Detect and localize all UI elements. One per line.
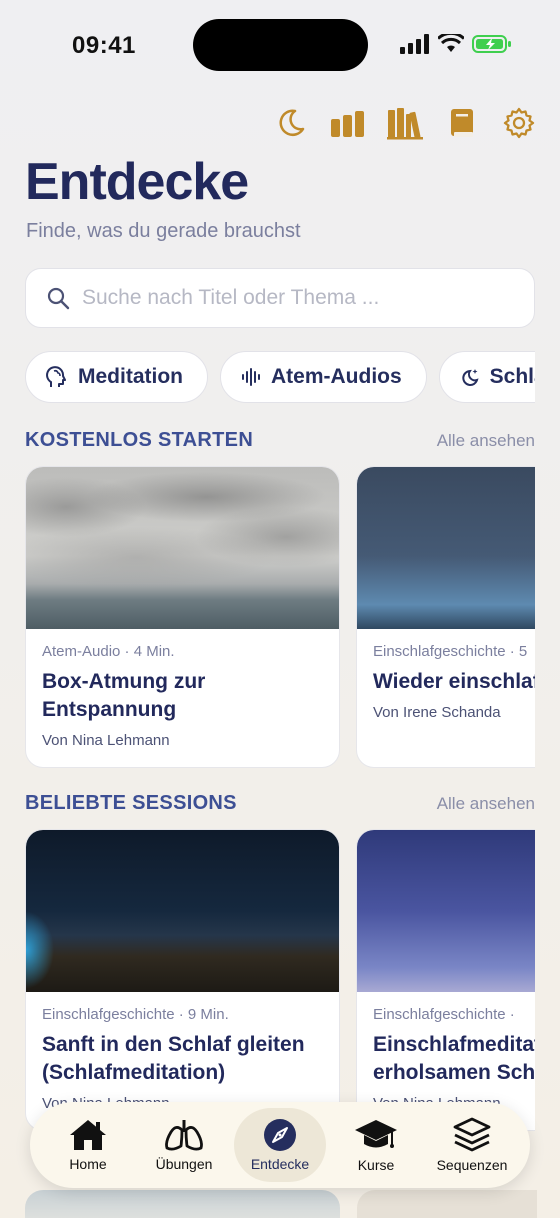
card-meta: Einschlafgeschichte · <box>373 1006 515 1023</box>
card-meta: Atem-Audio · 4 Min. <box>42 643 175 660</box>
status-bar: 09:41 <box>0 0 560 90</box>
section-title: BELIEBTE SESSIONS <box>25 792 237 814</box>
nav-label: Sequenzen <box>436 1157 508 1173</box>
card-image <box>357 467 535 629</box>
session-card[interactable]: Einschlafgeschichte · Einschlafmeditat e… <box>356 829 535 1131</box>
nav-sequenzen[interactable]: Sequenzen <box>426 1108 518 1182</box>
chip-label: Meditation <box>78 365 183 388</box>
nav-uebungen[interactable]: Übungen <box>138 1108 230 1182</box>
card-title-line2: erholsamen Schl <box>373 1061 535 1084</box>
graduation-cap-icon <box>355 1120 397 1148</box>
see-all-link[interactable]: Alle ansehen <box>437 794 535 814</box>
session-card[interactable]: Einschlafgeschichte · 9 Min. Sanft in de… <box>25 829 340 1131</box>
signal-icon <box>400 34 429 54</box>
status-icons <box>400 34 512 54</box>
top-toolbar <box>272 104 538 142</box>
library-icon[interactable] <box>386 104 424 142</box>
section-header-free: KOSTENLOS STARTEN Alle ansehen <box>25 429 535 452</box>
card-title-line1: Box-Atmung zur <box>42 670 206 693</box>
nav-kurse[interactable]: Kurse <box>330 1108 422 1182</box>
card-rail-free: Atem-Audio · 4 Min. Box-Atmung zur Entsp… <box>25 466 535 768</box>
chip-label: Atem-Audios <box>271 365 402 388</box>
search-input[interactable] <box>82 286 502 310</box>
section-header-popular: BELIEBTE SESSIONS Alle ansehen <box>25 792 535 815</box>
chip-atem-audios[interactable]: Atem-Audios <box>220 351 427 403</box>
search-box[interactable] <box>25 268 535 328</box>
moon-stars-icon <box>461 369 479 386</box>
card-title-line1: Sanft in den Schlaf gleiten <box>42 1033 305 1056</box>
chip-schlaf[interactable]: Schlaf <box>438 351 535 403</box>
see-all-link[interactable]: Alle ansehen <box>437 431 535 451</box>
book-icon[interactable] <box>443 104 481 142</box>
card-title-line1: Einschlafmeditat <box>373 1033 535 1056</box>
nav-label: Kurse <box>357 1157 395 1173</box>
chip-meditation[interactable]: Meditation <box>25 351 208 403</box>
dynamic-island <box>193 19 368 71</box>
page-title: Entdecke <box>25 153 249 211</box>
card-author: Von Nina Lehmann <box>42 732 170 749</box>
category-chips: Meditation Atem-Audios Schlaf <box>25 351 535 405</box>
bottom-nav: Home Übungen Entdecke Kurse Sequenzen <box>30 1102 530 1188</box>
card-rail-popular: Einschlafgeschichte · 9 Min. Sanft in de… <box>25 829 535 1131</box>
moon-icon[interactable] <box>272 104 310 142</box>
layers-icon <box>453 1117 491 1152</box>
house-icon <box>70 1120 106 1150</box>
section-title: KOSTENLOS STARTEN <box>25 429 254 451</box>
nav-entdecke[interactable]: Entdecke <box>234 1108 326 1182</box>
search-icon <box>47 287 70 310</box>
waveform-icon <box>242 368 260 386</box>
nav-label: Übungen <box>155 1156 213 1172</box>
gear-icon[interactable] <box>500 104 538 142</box>
nav-label: Entdecke <box>250 1156 310 1172</box>
nav-home[interactable]: Home <box>42 1108 134 1182</box>
page-subtitle: Finde, was du gerade brauchst <box>26 220 301 242</box>
session-card[interactable]: Atem-Audio · 4 Min. Box-Atmung zur Entsp… <box>25 466 340 768</box>
compass-icon <box>264 1119 296 1151</box>
card-title-line2: (Schlafmeditation) <box>42 1061 226 1084</box>
wifi-icon <box>438 34 464 52</box>
card-title-line1: Wieder einschlaf <box>373 670 535 693</box>
battery-icon <box>472 35 511 53</box>
session-card[interactable]: Einschlafgeschichte · 5 Wieder einschlaf… <box>356 466 535 768</box>
brain-icon <box>46 366 66 387</box>
nav-label: Home <box>69 1156 107 1172</box>
chip-label: Schlaf <box>489 365 535 388</box>
stats-bars-icon[interactable] <box>329 104 367 142</box>
lungs-icon <box>165 1120 203 1151</box>
next-section-card-peek <box>357 1190 537 1218</box>
card-image <box>26 830 339 992</box>
card-image <box>26 467 339 629</box>
card-title-line2: Entspannung <box>42 698 177 721</box>
status-time: 09:41 <box>72 32 136 59</box>
next-section-card-peek <box>25 1190 340 1218</box>
card-meta: Einschlafgeschichte · 9 Min. <box>42 1006 229 1023</box>
card-author: Von Irene Schanda <box>373 704 501 721</box>
card-image <box>357 830 535 992</box>
card-meta: Einschlafgeschichte · 5 <box>373 643 528 660</box>
